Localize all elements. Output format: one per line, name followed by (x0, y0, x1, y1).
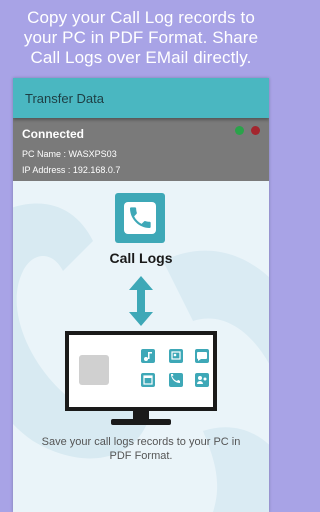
phone-icon (124, 202, 156, 234)
caption-line-2: PDF Format. (109, 450, 173, 462)
connection-status-label: Connected (22, 127, 85, 141)
promo-line-3: Call Logs over EMail directly. (30, 48, 252, 67)
promo-text: Copy your Call Log records to your PC in… (0, 8, 282, 68)
status-indicator-red (251, 126, 260, 135)
app-bar: Transfer Data (13, 78, 269, 118)
monitor-icon (65, 331, 217, 425)
promo-line-1: Copy your Call Log records to (27, 8, 255, 27)
call-logs-label: Call Logs (109, 250, 173, 266)
caption-text: Save your call logs records to your PC i… (23, 435, 259, 463)
promo-line-2: your PC in PDF Format. Share (23, 28, 259, 47)
transfer-content: Call Logs Save your call logs records to… (13, 181, 269, 512)
status-indicator-green (235, 126, 244, 135)
call-logs-tile[interactable] (115, 193, 165, 243)
app-screen: Transfer Data Connected PC Name : WASXPS… (13, 78, 269, 512)
double-arrow-icon (129, 276, 153, 326)
app-bar-title: Transfer Data (25, 91, 104, 106)
caption-line-1: Save your call logs records to your PC i… (41, 436, 241, 448)
pc-name-text: PC Name : WASXPS03 (22, 149, 117, 159)
ip-address-text: IP Address : 192.168.0.7 (22, 165, 121, 175)
connection-status-panel: Connected PC Name : WASXPS03 IP Address … (13, 118, 269, 181)
